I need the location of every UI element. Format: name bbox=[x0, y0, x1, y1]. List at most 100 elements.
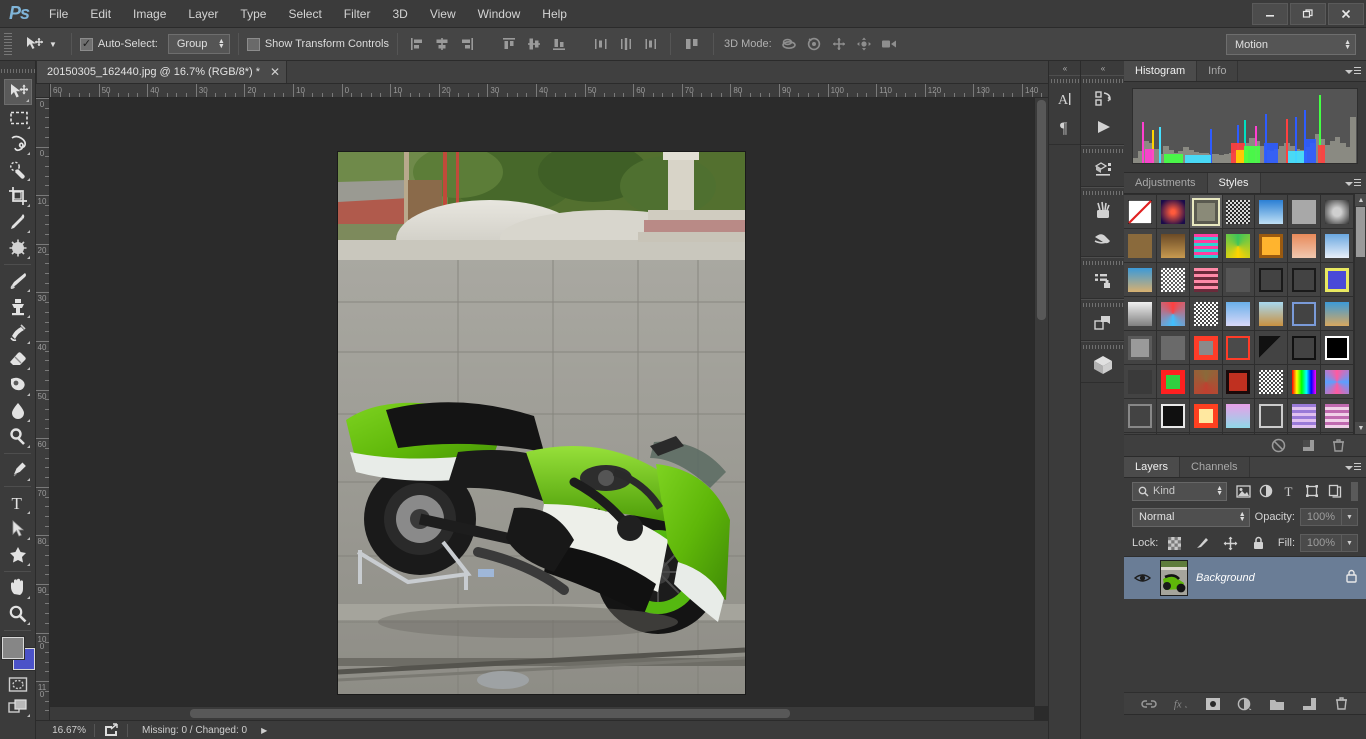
tab-channels[interactable]: Channels bbox=[1180, 457, 1249, 477]
status-expand-arrow[interactable]: ▶ bbox=[261, 726, 267, 735]
gradient-tool[interactable] bbox=[4, 372, 32, 398]
histogram-panel-menu-icon[interactable] bbox=[1345, 65, 1361, 78]
ruler-corner[interactable] bbox=[36, 84, 50, 98]
align-horizontal-centers-icon[interactable] bbox=[431, 33, 453, 55]
style-swatch-white-dots[interactable] bbox=[1255, 365, 1288, 399]
auto-select-checkbox[interactable]: ✓ bbox=[80, 38, 93, 51]
style-swatch-green-bar[interactable] bbox=[1321, 433, 1354, 434]
paragraph-panel-icon[interactable]: ¶ bbox=[1049, 113, 1080, 141]
menu-filter[interactable]: Filter bbox=[333, 0, 382, 28]
style-swatch-pink-stripes[interactable] bbox=[1190, 263, 1223, 297]
style-swatch-rainbow-frame[interactable] bbox=[1288, 365, 1321, 399]
style-swatch-dark-red-bevel[interactable] bbox=[1223, 365, 1256, 399]
menu-type[interactable]: Type bbox=[229, 0, 277, 28]
tab-layers[interactable]: Layers bbox=[1124, 457, 1180, 477]
style-swatch-indigo-bar[interactable] bbox=[1288, 433, 1321, 434]
layer-comps-panel-icon[interactable] bbox=[1081, 155, 1124, 183]
lock-position-icon[interactable] bbox=[1219, 534, 1241, 553]
style-swatch-autumn-texture[interactable] bbox=[1190, 365, 1223, 399]
brush-presets-panel-icon[interactable] bbox=[1081, 197, 1124, 225]
tool-preset-dropdown-icon[interactable]: ▼ bbox=[49, 42, 57, 47]
style-swatch-violet-stripes[interactable] bbox=[1321, 399, 1354, 433]
style-swatch-gray-flat-2[interactable] bbox=[1157, 331, 1190, 365]
lock-image-pixels-icon[interactable] bbox=[1191, 534, 1213, 553]
styles-scroll-down-icon[interactable]: ▼ bbox=[1355, 422, 1366, 434]
align-top-edges-icon[interactable] bbox=[498, 33, 520, 55]
delete-style-icon[interactable] bbox=[1330, 438, 1346, 454]
roll-3d-object-icon[interactable] bbox=[803, 33, 825, 55]
horizontal-ruler[interactable]: 6050403020100102030405060708090100110120… bbox=[50, 84, 1048, 98]
style-swatch-dark-flat[interactable] bbox=[1223, 263, 1256, 297]
style-swatch-orange-pink-bar[interactable] bbox=[1157, 433, 1190, 434]
filter-shape-layers-icon[interactable] bbox=[1301, 482, 1323, 501]
dock-b-grip-4[interactable] bbox=[1081, 258, 1124, 267]
filter-adjustment-layers-icon[interactable] bbox=[1255, 482, 1277, 501]
style-swatch-white-splatter[interactable] bbox=[1190, 297, 1223, 331]
timeline-play-icon[interactable] bbox=[1081, 113, 1124, 141]
auto-align-layers-icon[interactable] bbox=[679, 33, 705, 55]
style-swatch-sky-gradient[interactable] bbox=[1223, 297, 1256, 331]
lasso-tool[interactable] bbox=[4, 131, 32, 157]
menu-3d[interactable]: 3D bbox=[381, 0, 418, 28]
workspace-switcher[interactable]: Motion ▲▼ bbox=[1226, 34, 1356, 55]
filter-pixel-layers-icon[interactable] bbox=[1232, 482, 1254, 501]
add-layer-style-icon[interactable]: fx bbox=[1173, 696, 1189, 712]
clone-source-panel-icon[interactable] bbox=[1081, 225, 1124, 253]
dock-b-grip-5[interactable] bbox=[1081, 300, 1124, 309]
horizontal-scrollbar-thumb[interactable] bbox=[190, 709, 790, 718]
style-swatch-dark-inner[interactable] bbox=[1124, 365, 1157, 399]
style-swatch-brown-flat[interactable] bbox=[1124, 229, 1157, 263]
eyedropper-tool[interactable] bbox=[4, 209, 32, 235]
lock-transparent-pixels-icon[interactable] bbox=[1163, 534, 1185, 553]
style-swatch-soft-vignette[interactable] bbox=[1321, 195, 1354, 229]
auto-select-scope-dropdown[interactable]: Group ▲▼ bbox=[168, 34, 230, 54]
style-swatch-pale-blue-grad[interactable] bbox=[1321, 229, 1354, 263]
style-swatch-black-corner[interactable] bbox=[1255, 331, 1288, 365]
style-swatch-red-glow-orb[interactable] bbox=[1157, 195, 1190, 229]
dock-b-grip-6[interactable] bbox=[1081, 342, 1124, 351]
quick-selection-tool[interactable] bbox=[4, 157, 32, 183]
style-swatch-rainbow-stripes[interactable] bbox=[1190, 229, 1223, 263]
custom-shape-tool[interactable] bbox=[4, 542, 32, 568]
spot-healing-brush-tool[interactable] bbox=[4, 235, 32, 261]
new-style-icon[interactable] bbox=[1300, 438, 1316, 454]
style-swatch-flat-gray[interactable] bbox=[1288, 195, 1321, 229]
new-group-icon[interactable] bbox=[1269, 696, 1285, 712]
tool-presets-panel-icon[interactable] bbox=[1081, 267, 1124, 295]
style-swatch-brown-gradient[interactable] bbox=[1157, 229, 1190, 263]
document-tab[interactable]: 20150305_162440.jpg @ 16.7% (RGB/8*) * ✕ bbox=[36, 60, 287, 83]
styles-scroll-up-icon[interactable]: ▲ bbox=[1355, 194, 1366, 206]
character-panel-icon[interactable]: A bbox=[1049, 85, 1080, 113]
slide-3d-object-icon[interactable] bbox=[853, 33, 875, 55]
style-swatch-gray-bar[interactable] bbox=[1223, 433, 1256, 434]
style-swatch-gold-bevel[interactable] bbox=[1255, 229, 1288, 263]
align-left-edges-icon[interactable] bbox=[406, 33, 428, 55]
align-vertical-centers-icon[interactable] bbox=[523, 33, 545, 55]
blend-mode-dropdown[interactable]: Normal ▲▼ bbox=[1132, 508, 1250, 527]
vertical-scrollbar[interactable] bbox=[1034, 98, 1048, 706]
style-swatch-thin-gray-outline[interactable] bbox=[1124, 399, 1157, 433]
menu-image[interactable]: Image bbox=[122, 0, 177, 28]
style-swatch-light-gray-frame[interactable] bbox=[1255, 399, 1288, 433]
clone-stamp-tool[interactable] bbox=[4, 294, 32, 320]
type-tool[interactable]: T bbox=[4, 490, 32, 516]
history-brush-tool[interactable] bbox=[4, 320, 32, 346]
notes-panel-icon[interactable] bbox=[1081, 309, 1124, 337]
style-swatch-blue-sky[interactable] bbox=[1255, 195, 1288, 229]
drag-3d-object-icon[interactable] bbox=[828, 33, 850, 55]
zoom-tool[interactable] bbox=[4, 601, 32, 627]
style-swatch-red-thick-frame[interactable] bbox=[1190, 331, 1223, 365]
style-swatch-horizon-gradient[interactable] bbox=[1255, 297, 1288, 331]
edit-in-quick-mask-mode-icon[interactable] bbox=[4, 673, 32, 695]
layer-thumbnail[interactable] bbox=[1160, 560, 1188, 596]
style-swatch-glass-frame[interactable] bbox=[1288, 297, 1321, 331]
share-on-behance-icon[interactable] bbox=[95, 723, 127, 737]
rotate-3d-object-icon[interactable] bbox=[778, 33, 800, 55]
menu-edit[interactable]: Edit bbox=[79, 0, 122, 28]
foreground-color-swatch[interactable] bbox=[2, 637, 24, 659]
fill-value[interactable]: 100% bbox=[1300, 534, 1342, 552]
style-swatch-purple-stripes[interactable] bbox=[1288, 399, 1321, 433]
layers-panel-menu-icon[interactable] bbox=[1345, 461, 1361, 474]
style-swatch-beveled-frame[interactable] bbox=[1190, 195, 1223, 229]
style-swatch-gray-button[interactable] bbox=[1124, 331, 1157, 365]
